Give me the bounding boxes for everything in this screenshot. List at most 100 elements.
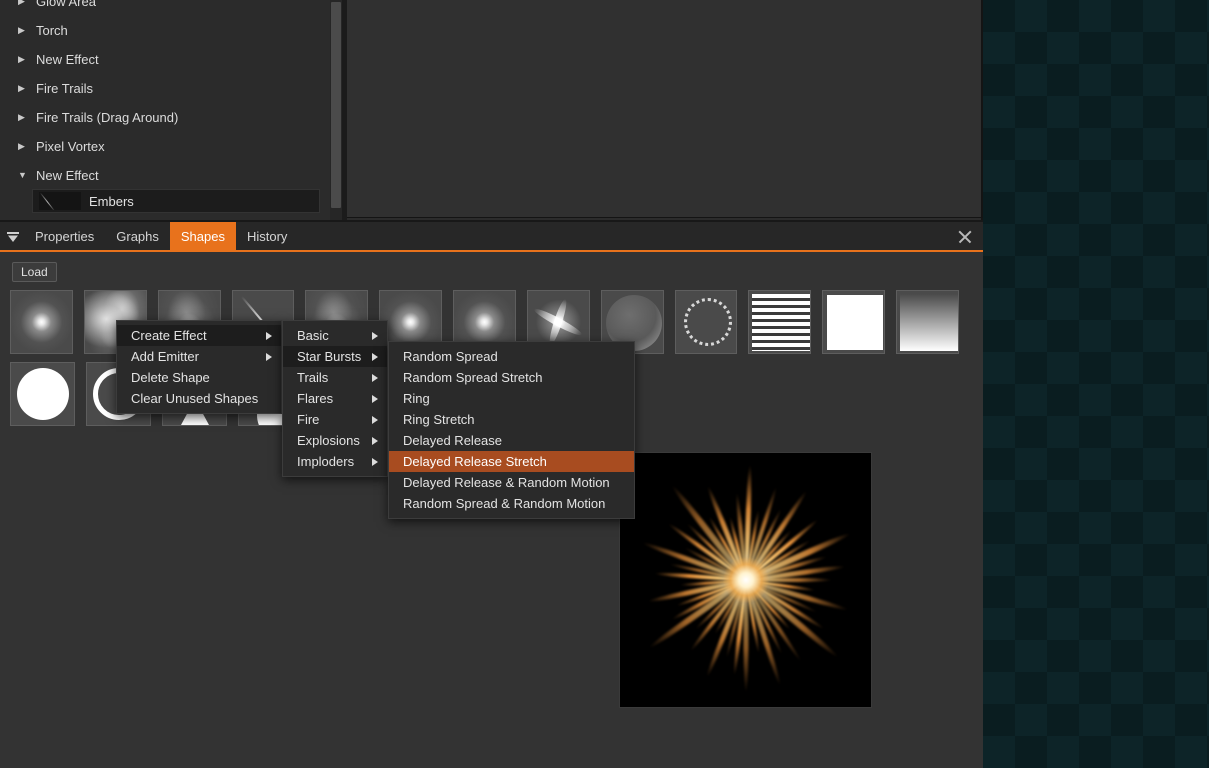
tree-child-label: Embers [89,194,134,209]
menu-item-label: Clear Unused Shapes [131,391,258,406]
menu-item-clear-unused-shapes[interactable]: Clear Unused Shapes [117,388,281,409]
shape-preview [11,291,72,353]
chevron-right-icon[interactable]: ▶ [18,74,36,103]
shape-preview [752,294,810,351]
tree-item-label: New Effect [36,168,99,183]
shape-preview [17,368,69,420]
menu-item-random-spread[interactable]: Random Spread [389,346,634,367]
chevron-right-icon[interactable]: ▶ [18,45,36,74]
vertical-gradient-shape[interactable] [896,290,959,354]
tab-properties[interactable]: Properties [24,222,105,252]
tree-item[interactable]: ▼New Effect [0,160,330,189]
tab-shapes[interactable]: Shapes [170,222,236,252]
submenu-arrow-icon [372,353,378,361]
tree-scrollbar-thumb[interactable] [331,2,341,208]
effect-preview-popup [619,452,872,708]
menu-item-label: Ring [403,391,430,406]
menu-item-label: Ring Stretch [403,412,475,427]
submenu-arrow-icon [266,332,272,340]
tree-item-label: New Effect [36,52,99,67]
menu-item-label: Delayed Release Stretch [403,454,547,469]
menu-item-delayed-release-stretch[interactable]: Delayed Release Stretch [389,451,634,472]
menu-item-fire[interactable]: Fire [283,409,387,430]
effect-tree-panel[interactable]: ▶Glow Area▶Torch▶New Effect▶Fire Trails▶… [0,0,330,220]
panel-menu-icon[interactable] [4,229,22,245]
menu-item-add-emitter[interactable]: Add Emitter [117,346,281,367]
tree-item[interactable]: ▶New Effect [0,44,330,73]
submenu-arrow-icon [372,437,378,445]
menu-item-delayed-release-random-motion[interactable]: Delayed Release & Random Motion [389,472,634,493]
tree-item-label: Fire Trails (Drag Around) [36,110,178,125]
create-effect-submenu: Basic Star Bursts Trails Flares Fire Explosio… [282,320,388,477]
tree-child-item[interactable]: Embers [32,189,320,213]
menu-item-delayed-release[interactable]: Delayed Release [389,430,634,451]
menu-item-star-bursts[interactable]: Star Bursts [283,346,387,367]
tree-item-label: Glow Area [36,0,96,9]
shape-context-menu: Create Effect Add Emitter Delete Shape Clea… [116,320,282,414]
chevron-right-icon[interactable]: ▶ [18,16,36,45]
dotted-ring-shape[interactable] [675,290,738,354]
tree-item[interactable]: ▶Glow Area [0,0,330,15]
tab-history[interactable]: History [236,222,298,252]
submenu-arrow-icon [372,395,378,403]
shape-thumbnail-icon [39,192,81,210]
shape-preview [827,295,883,350]
close-icon[interactable] [957,229,973,245]
shape-preview [900,294,958,351]
tree-item-label: Fire Trails [36,81,93,96]
menu-item-label: Add Emitter [131,349,199,364]
menu-item-label: Create Effect [131,328,207,343]
filled-circle-shape[interactable] [10,362,75,426]
tree-item[interactable]: ▶Fire Trails [0,73,330,102]
menu-item-imploders[interactable]: Imploders [283,451,387,472]
menu-item-ring-stretch[interactable]: Ring Stretch [389,409,634,430]
menu-item-label: Flares [297,391,333,406]
menu-item-label: Explosions [297,433,360,448]
chevron-right-icon[interactable]: ▶ [18,0,36,16]
submenu-arrow-icon [266,353,272,361]
effect-viewport[interactable] [347,0,983,218]
menu-item-label: Delete Shape [131,370,210,385]
solid-square-shape[interactable] [822,290,885,354]
menu-item-label: Delayed Release & Random Motion [403,475,610,490]
menu-item-label: Trails [297,370,328,385]
effect-tree-list: ▶Glow Area▶Torch▶New Effect▶Fire Trails▶… [0,0,330,213]
tree-item-label: Torch [36,23,68,38]
menu-item-label: Fire [297,412,319,427]
menu-item-basic[interactable]: Basic [283,325,387,346]
dock-tabs: PropertiesGraphsShapesHistory [24,222,298,252]
menu-item-label: Star Bursts [297,349,361,364]
tree-item[interactable]: ▶Pixel Vortex [0,131,330,160]
menu-item-ring[interactable]: Ring [389,388,634,409]
scanlines-shape[interactable] [748,290,811,354]
chevron-right-icon[interactable]: ▶ [18,103,36,132]
submenu-arrow-icon [372,332,378,340]
menu-item-label: Random Spread [403,349,498,364]
chevron-down-icon[interactable]: ▼ [18,161,36,190]
menu-item-delete-shape[interactable]: Delete Shape [117,367,281,388]
preview-core-glow [723,557,769,603]
menu-item-label: Random Spread Stretch [403,370,542,385]
menu-item-explosions[interactable]: Explosions [283,430,387,451]
glow-star-shape[interactable] [10,290,73,354]
submenu-arrow-icon [372,416,378,424]
tree-item[interactable]: ▶Fire Trails (Drag Around) [0,102,330,131]
menu-item-random-spread-stretch[interactable]: Random Spread Stretch [389,367,634,388]
canvas-checkerboard[interactable] [983,0,1209,768]
menu-item-label: Random Spread & Random Motion [403,496,605,511]
star-bursts-submenu: Random Spread Random Spread Stretch Ring Ri… [388,341,635,519]
load-button[interactable]: Load [12,262,57,282]
chevron-right-icon[interactable]: ▶ [18,132,36,161]
menu-item-label: Basic [297,328,329,343]
shape-preview [684,298,732,346]
menu-item-random-spread-random-motion[interactable]: Random Spread & Random Motion [389,493,634,514]
menu-item-trails[interactable]: Trails [283,367,387,388]
menu-item-label: Imploders [297,454,354,469]
menu-item-create-effect[interactable]: Create Effect [117,325,281,346]
menu-item-flares[interactable]: Flares [283,388,387,409]
submenu-arrow-icon [372,458,378,466]
tab-graphs[interactable]: Graphs [105,222,170,252]
tree-item[interactable]: ▶Torch [0,15,330,44]
panel-divider [342,0,347,220]
tree-item-label: Pixel Vortex [36,139,105,154]
